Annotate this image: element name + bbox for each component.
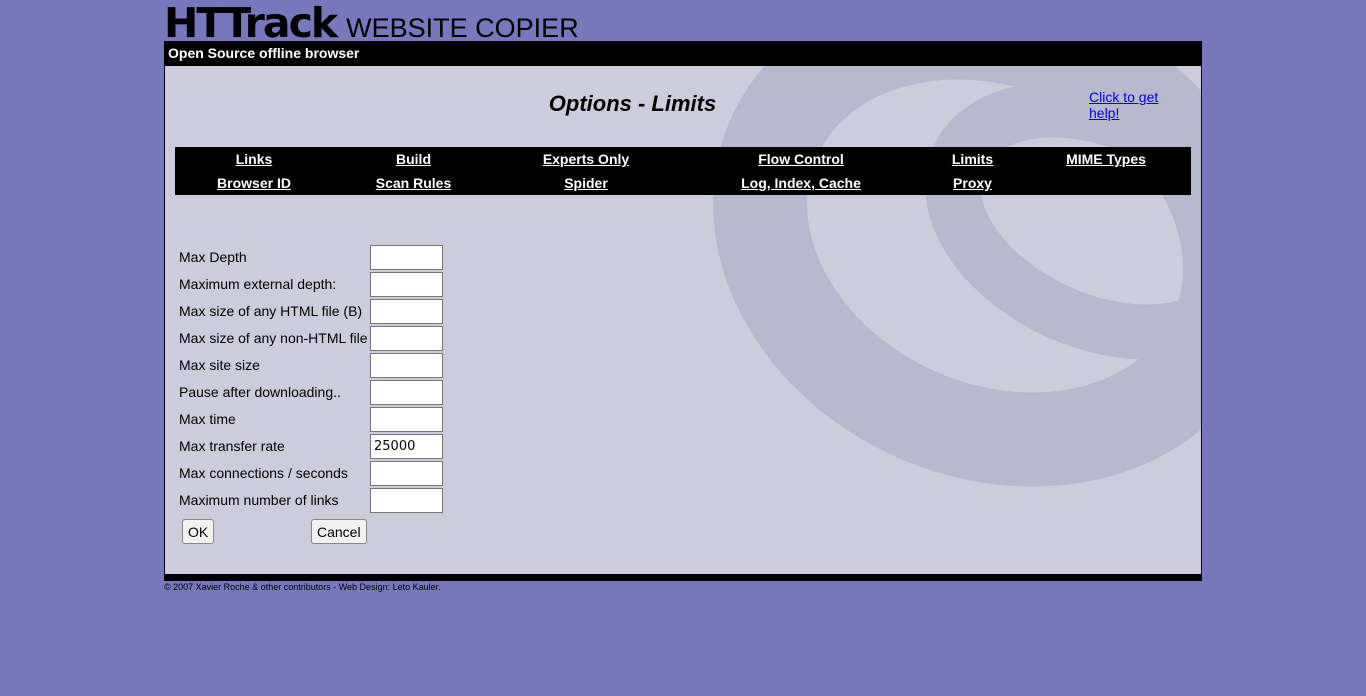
field-label: Max site size	[179, 357, 260, 373]
content-panel: Options - Limits Click to get help! Link…	[165, 66, 1201, 574]
nav-link-log-index-cache[interactable]: Log, Index, Cache	[678, 171, 924, 195]
httrack-logo: HTTrack WEBSITE COPIER	[164, 0, 579, 47]
max-transfer-rate-input[interactable]	[370, 434, 443, 459]
field-label: Maximum number of links	[179, 492, 339, 508]
field-label: Max connections / seconds	[179, 465, 348, 481]
top-bar: Open Source offline browser	[168, 45, 360, 61]
ok-button[interactable]: OK	[182, 519, 215, 544]
main-frame: Open Source offline browser Options - Li…	[164, 41, 1202, 581]
nav-link-experts-only[interactable]: Experts Only	[494, 147, 678, 171]
page-title: Options - Limits	[548, 91, 717, 116]
field-label: Max time	[179, 411, 236, 427]
max-links-input[interactable]	[370, 488, 443, 513]
field-label: Max transfer rate	[179, 438, 285, 454]
max-depth-input[interactable]	[370, 245, 443, 270]
field-label: Max size of any non-HTML file	[179, 330, 368, 346]
nav-row: Browser ID Scan Rules Spider Log, Index,…	[175, 171, 1191, 195]
nav-link-spider[interactable]: Spider	[494, 171, 678, 195]
options-nav: Links Build Experts Only Flow Control Li…	[175, 147, 1191, 195]
max-html-size-input[interactable]	[370, 299, 443, 324]
logo-title: HTTrack	[164, 0, 338, 47]
max-non-html-size-input[interactable]	[370, 326, 443, 351]
nav-link-links[interactable]: Links	[175, 147, 333, 171]
field-label: Maximum external depth:	[179, 276, 337, 292]
field-label: Pause after downloading..	[179, 384, 341, 400]
max-time-input[interactable]	[370, 407, 443, 432]
pause-after-downloading-input[interactable]	[370, 380, 443, 405]
cancel-button[interactable]: Cancel	[311, 519, 367, 544]
help-link[interactable]: Click to get help!	[1089, 89, 1179, 121]
nav-empty-cell	[1021, 171, 1191, 195]
footer-credits: © 2007 Xavier Roche & other contributors…	[164, 582, 441, 592]
max-site-size-input[interactable]	[370, 353, 443, 378]
nav-link-mime-types[interactable]: MIME Types	[1021, 147, 1191, 171]
nav-link-proxy[interactable]: Proxy	[924, 171, 1021, 195]
nav-row: Links Build Experts Only Flow Control Li…	[175, 147, 1191, 171]
max-external-depth-input[interactable]	[370, 272, 443, 297]
nav-link-build[interactable]: Build	[333, 147, 494, 171]
nav-link-scan-rules[interactable]: Scan Rules	[333, 171, 494, 195]
nav-link-flow-control[interactable]: Flow Control	[678, 147, 924, 171]
field-label: Max Depth	[179, 249, 247, 265]
nav-link-limits[interactable]: Limits	[924, 147, 1021, 171]
max-connections-input[interactable]	[370, 461, 443, 486]
field-label: Max size of any HTML file (B)	[179, 303, 363, 319]
nav-link-browser-id[interactable]: Browser ID	[175, 171, 333, 195]
